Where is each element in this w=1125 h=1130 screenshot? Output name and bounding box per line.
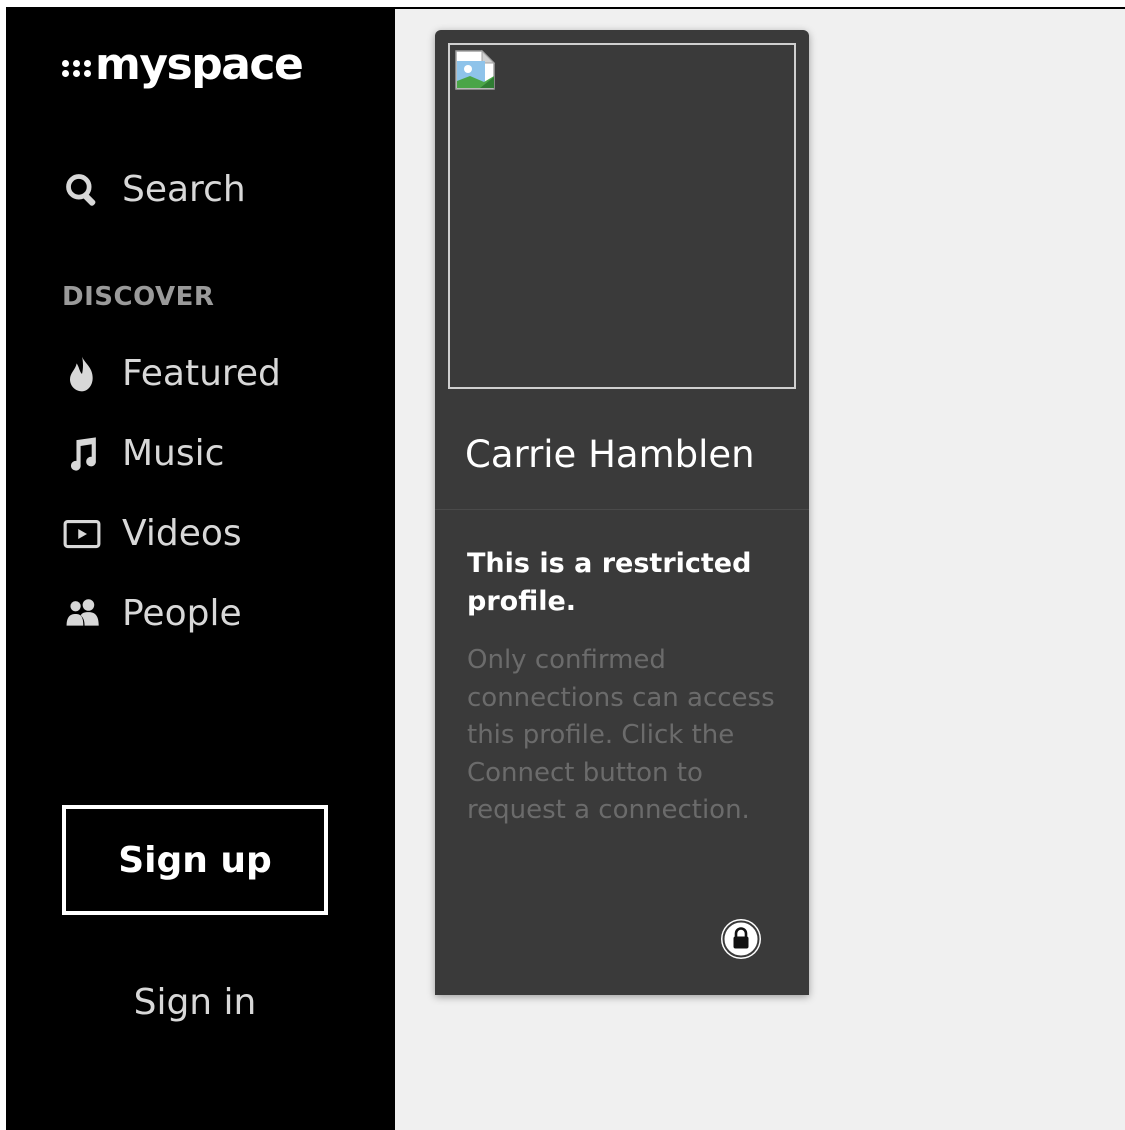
sign-up-button[interactable]: Sign up [62,805,328,915]
card-divider [435,509,809,510]
sidebar-item-label: Music [122,433,225,474]
profile-name: Carrie Hamblen [465,433,755,476]
search-icon [62,170,102,210]
sidebar-item-featured[interactable]: Featured [62,353,281,394]
profile-card: Carrie Hamblen This is a restricted prof… [435,30,809,995]
sidebar-item-videos[interactable]: Videos [62,513,242,554]
sidebar-item-label: Videos [122,513,242,554]
discover-heading: DISCOVER [62,282,215,312]
sidebar-item-music[interactable]: Music [62,433,224,474]
restricted-profile-message: Only confirmed connections can access th… [467,645,775,825]
myspace-logo[interactable]: myspace [62,39,304,90]
sidebar: myspace Search DISCOVER Featured Music V… [6,7,395,1130]
video-play-icon [62,514,102,554]
sign-in-link[interactable]: Sign in [62,982,328,1023]
people-icon [62,594,102,634]
lock-icon[interactable] [719,917,763,961]
music-note-icon [62,434,102,474]
sidebar-item-label: Featured [122,353,281,394]
profile-image[interactable] [448,43,796,389]
sidebar-item-people[interactable]: People [62,593,242,634]
search-link[interactable]: Search [62,169,246,210]
logo-text: myspace [95,39,304,90]
search-label: Search [122,169,246,210]
sidebar-item-label: People [122,593,242,634]
broken-image-icon [455,49,496,90]
flame-icon [62,354,102,394]
restricted-profile-heading: This is a restricted profile. [467,548,752,617]
logo-dots-icon [62,59,91,77]
